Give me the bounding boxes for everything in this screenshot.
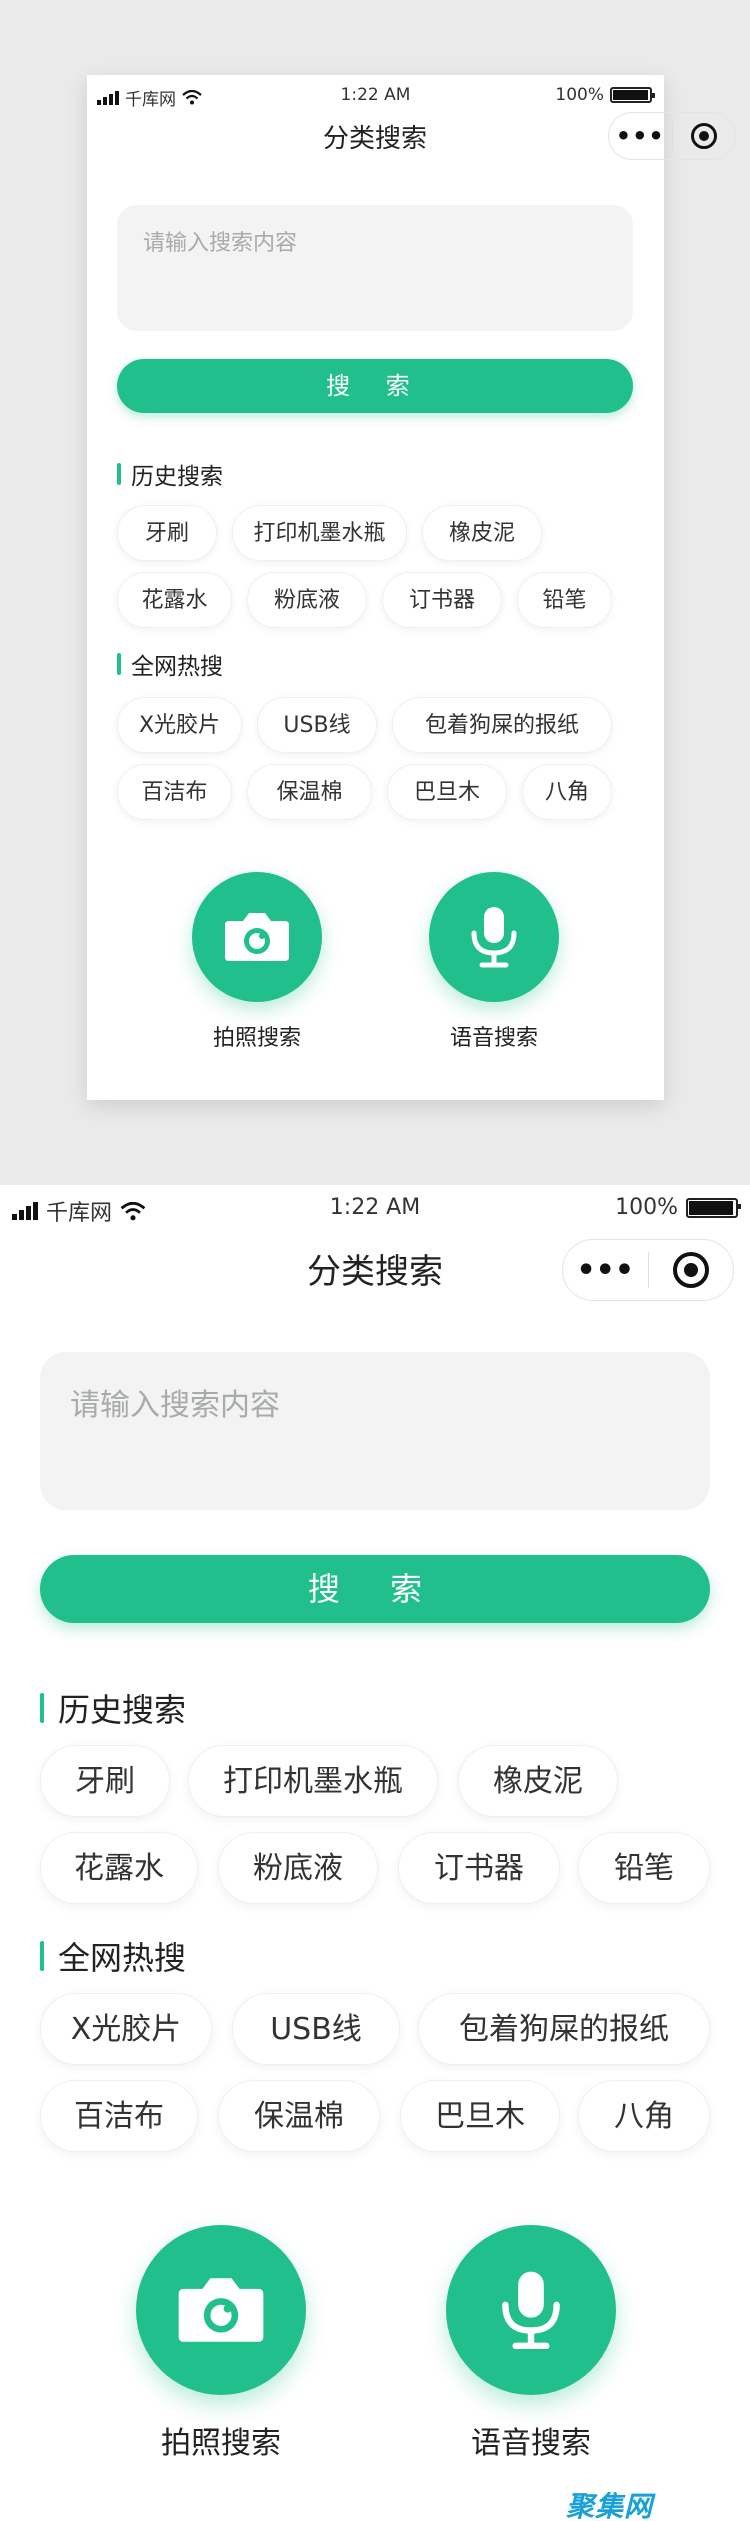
record-icon [690,123,717,149]
hot-tag[interactable]: USB线 [257,697,377,753]
hot-tag[interactable]: 保温棉 [218,2080,380,2152]
photo-search-label: 拍照搜索 [161,2426,281,2461]
voice-search-button[interactable] [446,2225,616,2395]
hot-section-title: 全网热搜 [117,647,223,681]
hot-section-title: 全网热搜 [40,1933,186,1979]
history-section-title: 历史搜索 [40,1685,186,1731]
camera-icon [178,2278,264,2342]
record-icon [672,1252,709,1288]
section-accent-bar [40,1693,44,1723]
search-input[interactable]: 请输入搜索内容 [40,1352,710,1510]
history-tag[interactable]: 订书器 [382,572,502,628]
voice-search-label: 语音搜索 [449,1026,538,1051]
history-tag[interactable]: 粉底液 [218,1832,378,1904]
hot-tag[interactable]: USB线 [232,1993,400,2065]
preview-content: 请输入搜索内容 搜 索 历史搜索 牙刷 打印机墨水瓶 橡皮泥 花露水 粉底液 订… [87,75,664,1100]
hot-tag[interactable]: 包着狗屎的报纸 [418,1993,710,2065]
voice-search-label: 语音搜索 [471,2426,591,2461]
hot-tag[interactable]: 百洁布 [117,764,232,820]
microphone-icon [502,2271,560,2350]
search-button[interactable]: 搜 索 [117,359,633,413]
history-tag[interactable]: 花露水 [40,1832,198,1904]
close-button[interactable] [649,1252,734,1288]
hot-tag[interactable]: 八角 [522,764,612,820]
search-button[interactable]: 搜 索 [40,1555,710,1623]
history-tag[interactable]: 铅笔 [517,572,612,628]
more-icon[interactable]: ••• [563,1253,648,1288]
photo-search-button[interactable] [136,2225,306,2395]
hot-tag[interactable]: X光胶片 [40,1993,212,2065]
close-button[interactable] [673,123,736,149]
history-tag[interactable]: 打印机墨水瓶 [232,505,407,561]
history-tag[interactable]: 橡皮泥 [458,1745,618,1817]
section-accent-bar [40,1941,44,1971]
history-tag[interactable]: 粉底液 [247,572,367,628]
hot-tag[interactable]: 包着狗屎的报纸 [392,697,612,753]
hot-tag[interactable]: 保温棉 [247,764,372,820]
status-bar-large: 千库网 1:22 AM 100% [0,1185,750,1231]
hot-tag[interactable]: 百洁布 [40,2080,198,2152]
battery-icon [686,1197,741,1218]
history-tag[interactable]: 橡皮泥 [422,505,542,561]
hot-tag[interactable]: 八角 [578,2080,710,2152]
battery-level: 100% [615,1195,678,1220]
hot-tag[interactable]: X光胶片 [117,697,242,753]
history-tag[interactable]: 花露水 [117,572,232,628]
voice-search-button[interactable] [429,872,559,1002]
history-section-title: 历史搜索 [117,457,223,491]
section-accent-bar [117,463,121,485]
history-tag[interactable]: 打印机墨水瓶 [188,1745,438,1817]
hot-tag[interactable]: 巴旦木 [387,764,507,820]
history-tag[interactable]: 牙刷 [40,1745,170,1817]
microphone-icon [471,907,517,968]
watermark-logo: 聚集网 [566,2490,654,2521]
history-tag[interactable]: 牙刷 [117,505,217,561]
camera-icon [225,913,289,961]
hot-tag[interactable]: 巴旦木 [400,2080,560,2152]
mini-program-capsule: ••• [562,1239,734,1301]
history-tag[interactable]: 订书器 [398,1832,560,1904]
history-tag[interactable]: 铅笔 [578,1832,710,1904]
photo-search-button[interactable] [192,872,322,1002]
photo-search-label: 拍照搜索 [212,1026,301,1051]
search-input[interactable]: 请输入搜索内容 [117,205,633,331]
section-accent-bar [117,653,121,675]
